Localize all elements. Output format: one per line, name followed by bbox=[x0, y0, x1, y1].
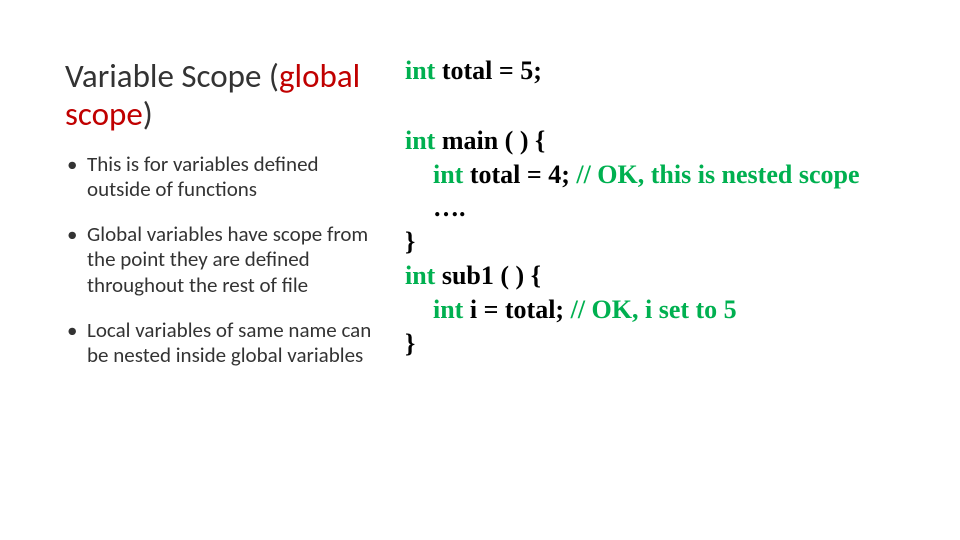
code-line: int total = 5; bbox=[405, 54, 925, 88]
code-line: …. bbox=[405, 191, 925, 225]
bullet-text: Global variables have scope from the poi… bbox=[87, 221, 368, 297]
code-keyword: int bbox=[405, 56, 435, 85]
bullet-text: Local variables of same name can be nest… bbox=[87, 317, 371, 368]
bullet-item: Global variables have scope from the poi… bbox=[65, 222, 375, 298]
code-text: total = 5; bbox=[435, 56, 542, 85]
code-line: int i = total; // OK, i set to 5 bbox=[405, 293, 925, 327]
code-keyword: int bbox=[433, 160, 463, 189]
code-comment: // OK, i set to 5 bbox=[571, 295, 737, 324]
code-block: int total = 5; int main ( ) { int total … bbox=[405, 54, 925, 360]
bullet-item: Local variables of same name can be nest… bbox=[65, 318, 375, 368]
code-line: } bbox=[405, 327, 925, 361]
code-text: sub1 ( ) { bbox=[435, 261, 541, 290]
code-keyword: int bbox=[405, 126, 435, 155]
slide: Variable Scope (global scope) This is fo… bbox=[0, 0, 960, 540]
code-text: total = 4; bbox=[463, 160, 576, 189]
slide-title: Variable Scope (global scope) bbox=[65, 58, 375, 134]
bullet-text: This is for variables defined outside of… bbox=[87, 151, 319, 202]
code-comment: // OK, this is nested scope bbox=[576, 160, 859, 189]
code-text: …. bbox=[433, 193, 466, 222]
left-column: Variable Scope (global scope) This is fo… bbox=[65, 58, 375, 388]
code-text: } bbox=[405, 227, 415, 256]
code-keyword: int bbox=[405, 261, 435, 290]
code-text: main ( ) { bbox=[435, 126, 545, 155]
code-keyword: int bbox=[433, 295, 463, 324]
title-prefix: Variable Scope ( bbox=[65, 56, 279, 96]
code-line: int total = 4; // OK, this is nested sco… bbox=[405, 158, 925, 192]
bullet-item: This is for variables defined outside of… bbox=[65, 152, 375, 202]
code-line: int main ( ) { bbox=[405, 124, 925, 158]
code-text: i = total; bbox=[463, 295, 570, 324]
title-suffix: ) bbox=[143, 94, 153, 134]
code-line: int sub1 ( ) { bbox=[405, 259, 925, 293]
code-line: } bbox=[405, 225, 925, 259]
blank-line bbox=[405, 88, 925, 124]
bullet-list: This is for variables defined outside of… bbox=[65, 152, 375, 368]
code-text: } bbox=[405, 329, 415, 358]
